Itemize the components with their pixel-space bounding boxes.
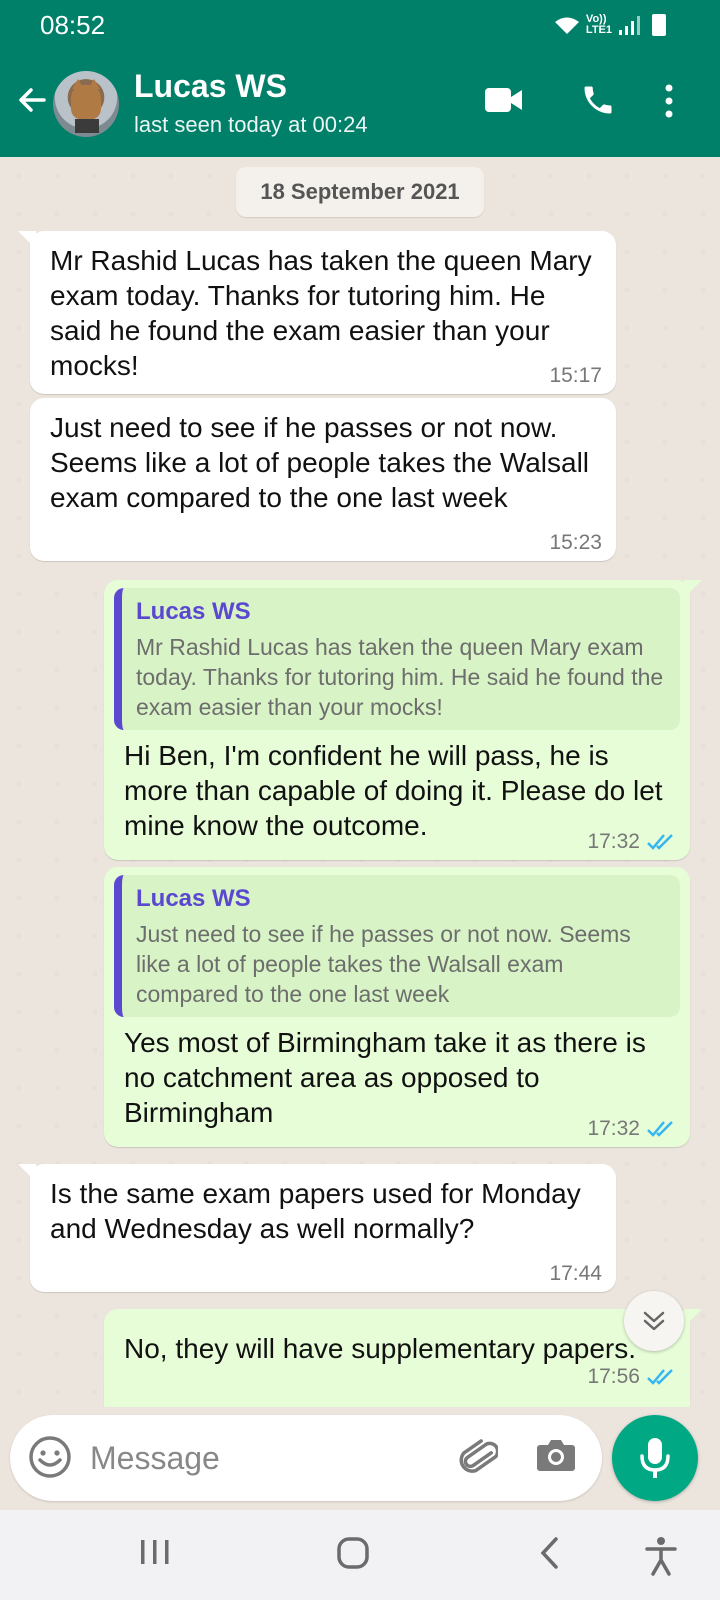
voice-message-button[interactable] (612, 1415, 698, 1501)
smiley-icon[interactable] (28, 1435, 72, 1479)
incoming-message[interactable]: Just need to see if he passes or not now… (30, 398, 616, 561)
signal-icon (619, 16, 640, 35)
back-icon[interactable] (538, 1536, 562, 1570)
avatar[interactable] (53, 71, 119, 137)
message-text: Just need to see if he passes or not now… (50, 412, 590, 513)
double-check-icon (647, 1369, 673, 1385)
message-time: 15:23 (549, 531, 602, 554)
network-label: Vo)) LTE1 (585, 13, 612, 36)
double-check-icon (647, 834, 673, 850)
outgoing-message[interactable]: Lucas WS Just need to see if he passes o… (104, 867, 690, 1147)
message-time: 15:17 (549, 364, 602, 387)
quote-text: Mr Rashid Lucas has taken the queen Mary… (136, 634, 664, 720)
message-time: 17:32 (587, 1117, 640, 1140)
battery-icon (652, 14, 666, 36)
home-icon[interactable] (336, 1536, 372, 1570)
quote-author: Lucas WS (136, 885, 251, 912)
incoming-message[interactable]: Is the same exam papers used for Monday … (18, 1164, 616, 1292)
more-vertical-icon[interactable] (664, 84, 674, 118)
chat-area[interactable]: 18 September 2021 Mr Rashid Lucas has ta… (0, 157, 720, 1407)
date-chip: 18 September 2021 (236, 167, 484, 217)
double-chevron-down-icon (643, 1311, 665, 1331)
microphone-icon (640, 1438, 670, 1478)
message-time: 17:32 (587, 830, 640, 853)
accessibility-icon[interactable] (644, 1536, 678, 1576)
message-input[interactable] (90, 1431, 430, 1485)
system-navigation-bar (0, 1510, 720, 1600)
video-camera-icon[interactable] (484, 86, 524, 114)
chat-header: Lucas WS last seen today at 00:24 (0, 52, 720, 157)
outgoing-message[interactable]: Lucas WS Mr Rashid Lucas has taken the q… (104, 580, 702, 860)
quote-author: Lucas WS (136, 598, 251, 625)
contact-name[interactable]: Lucas WS (134, 68, 287, 105)
outgoing-message[interactable]: No, they will have supplementary papers.… (104, 1309, 702, 1407)
message-text: Hi Ben, I'm confident he will pass, he i… (124, 740, 663, 841)
quote-text: Just need to see if he passes or not now… (136, 921, 631, 1007)
message-text: Yes most of Birmingham take it as there … (124, 1027, 646, 1128)
recent-apps-icon[interactable] (138, 1536, 172, 1568)
wifi-icon (554, 17, 579, 34)
message-input-container (10, 1415, 602, 1501)
incoming-message[interactable]: Mr Rashid Lucas has taken the queen Mary… (18, 231, 616, 394)
quoted-message[interactable]: Lucas WS Mr Rashid Lucas has taken the q… (114, 588, 680, 730)
status-bar: 08:52 Vo)) LTE1 (0, 0, 720, 52)
arrow-left-icon[interactable] (14, 82, 50, 118)
composer (0, 1407, 720, 1510)
status-time: 08:52 (40, 10, 106, 40)
camera-icon[interactable] (536, 1437, 576, 1473)
paperclip-icon[interactable] (454, 1435, 498, 1479)
message-time: 17:44 (549, 1262, 602, 1285)
scroll-to-bottom-button[interactable] (624, 1291, 684, 1351)
message-text: Is the same exam papers used for Monday … (50, 1178, 581, 1244)
last-seen-status: last seen today at 00:24 (134, 112, 368, 137)
double-check-icon (647, 1121, 673, 1137)
message-text: No, they will have supplementary papers. (124, 1333, 637, 1364)
phone-icon[interactable] (580, 82, 616, 118)
status-icons: Vo)) LTE1 (554, 14, 666, 36)
message-text: Mr Rashid Lucas has taken the queen Mary… (50, 245, 592, 381)
quoted-message[interactable]: Lucas WS Just need to see if he passes o… (114, 875, 680, 1017)
message-time: 17:56 (587, 1365, 640, 1388)
